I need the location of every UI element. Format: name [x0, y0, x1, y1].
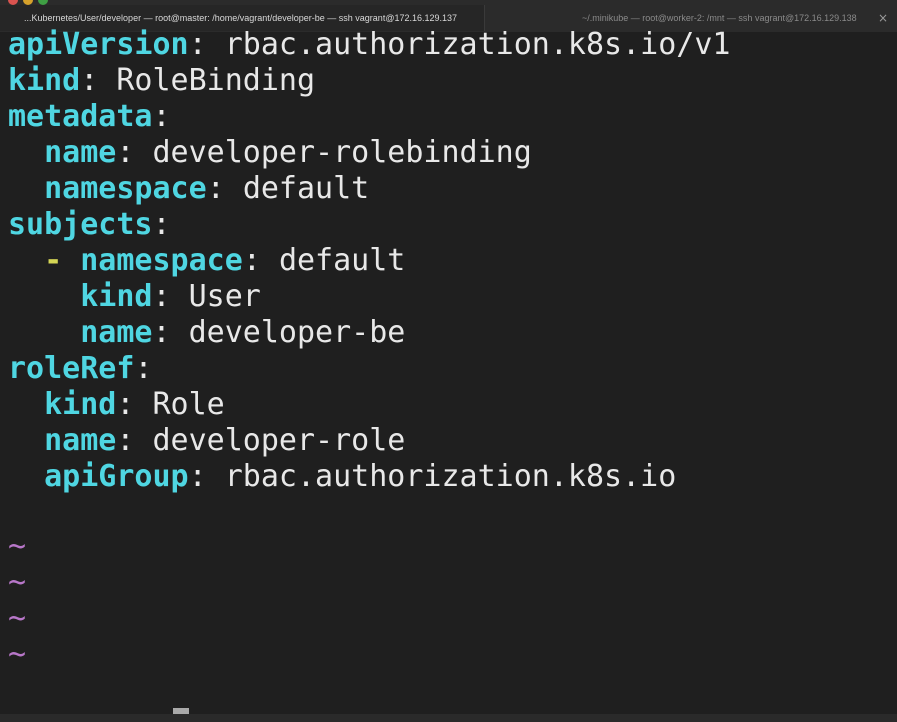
- yaml-key: subjects: [8, 207, 153, 242]
- yaml-separator: :: [152, 207, 171, 242]
- tab-worker-ssh-label: ~/.minikube — root@worker-2: /mnt — ssh …: [582, 13, 857, 23]
- yaml-indent: [8, 459, 44, 494]
- yaml-indent: [8, 387, 44, 422]
- yaml-line: roleRef:: [8, 351, 153, 387]
- terminal-window: ...Kubernetes/User/developer — root@mast…: [0, 0, 897, 722]
- yaml-line: namespace: default: [8, 171, 369, 207]
- yaml-key: name: [80, 315, 153, 350]
- yaml-line: apiVersion: rbac.authorization.k8s.io/v1: [8, 27, 730, 63]
- tab-worker-ssh[interactable]: ~/.minikube — root@worker-2: /mnt — ssh …: [486, 6, 897, 28]
- yaml-value: default: [242, 171, 370, 206]
- yaml-key: namespace: [44, 171, 207, 206]
- vim-command-line[interactable]: :wq: [8, 672, 189, 722]
- yaml-value: RoleBinding: [116, 63, 316, 98]
- yaml-key: roleRef: [8, 351, 135, 386]
- yaml-indent: [8, 315, 80, 350]
- yaml-key: namespace: [80, 243, 243, 278]
- yaml-value: Role: [152, 387, 225, 422]
- yaml-line: kind: User: [8, 279, 261, 315]
- yaml-key: kind: [44, 387, 117, 422]
- yaml-separator: :: [116, 135, 153, 170]
- yaml-separator: :: [116, 387, 153, 422]
- yaml-indent: [8, 171, 44, 206]
- yaml-value: rbac.authorization.k8s.io: [224, 459, 677, 494]
- yaml-indent: [8, 423, 44, 458]
- yaml-separator: :: [152, 279, 189, 314]
- yaml-line: name: developer-rolebinding: [8, 135, 532, 171]
- yaml-line: subjects:: [8, 207, 171, 243]
- yaml-indent: [8, 243, 44, 278]
- window-bottom-edge: [0, 714, 897, 722]
- yaml-key: kind: [80, 279, 153, 314]
- empty-line-marker: ~: [8, 601, 27, 636]
- empty-line-marker: ~: [8, 529, 27, 564]
- yaml-value: default: [278, 243, 406, 278]
- yaml-list-dash: -: [44, 243, 81, 278]
- yaml-line: metadata:: [8, 99, 171, 135]
- yaml-line: - namespace: default: [8, 243, 405, 279]
- yaml-line: kind: Role: [8, 387, 225, 423]
- yaml-key: name: [44, 135, 117, 170]
- yaml-value: rbac.authorization.k8s.io/v1: [224, 27, 731, 62]
- yaml-value: User: [188, 279, 261, 314]
- yaml-line: apiGroup: rbac.authorization.k8s.io: [8, 459, 676, 495]
- yaml-value: developer-rolebinding: [152, 135, 532, 170]
- yaml-separator: :: [152, 315, 189, 350]
- yaml-key: kind: [8, 63, 81, 98]
- empty-line-marker: ~: [8, 637, 27, 672]
- yaml-separator: :: [188, 27, 225, 62]
- yaml-indent: [8, 135, 44, 170]
- yaml-key: name: [44, 423, 117, 458]
- yaml-indent: [8, 279, 80, 314]
- yaml-value: developer-role: [152, 423, 406, 458]
- tab-master-ssh-label: ...Kubernetes/User/developer — root@mast…: [24, 13, 458, 23]
- yaml-separator: :: [242, 243, 279, 278]
- yaml-line: name: developer-role: [8, 423, 405, 459]
- yaml-key: apiVersion: [8, 27, 189, 62]
- yaml-key: metadata: [8, 99, 153, 134]
- yaml-line: name: developer-be: [8, 315, 405, 351]
- yaml-value: developer-be: [188, 315, 406, 350]
- yaml-separator: :: [80, 63, 117, 98]
- yaml-separator: :: [116, 423, 153, 458]
- yaml-line: kind: RoleBinding: [8, 63, 315, 99]
- empty-line-marker: ~: [8, 565, 27, 600]
- yaml-key: apiGroup: [44, 459, 189, 494]
- yaml-separator: :: [152, 99, 171, 134]
- close-tab-icon[interactable]: ×: [877, 12, 889, 24]
- yaml-separator: :: [188, 459, 225, 494]
- terminal-content[interactable]: apiVersion: rbac.authorization.k8s.io/v1…: [0, 27, 897, 722]
- yaml-separator: :: [134, 351, 153, 386]
- yaml-separator: :: [206, 171, 243, 206]
